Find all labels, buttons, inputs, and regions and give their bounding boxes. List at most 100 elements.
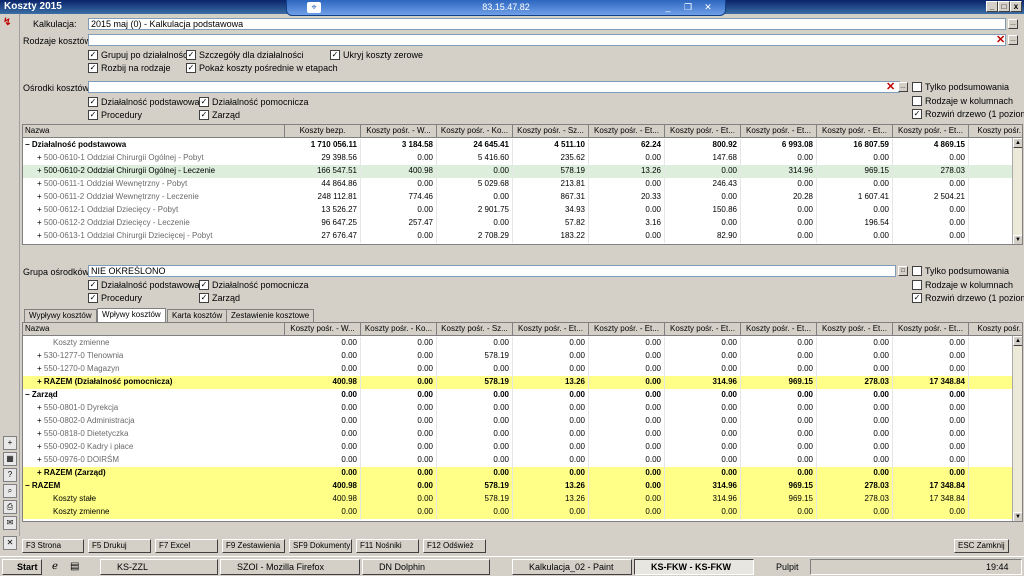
table-row[interactable]: + 500-0611-1 Oddział Wewnętrzny - Pobyt 4… bbox=[23, 178, 1022, 191]
rodzaje-kol-checkbox[interactable] bbox=[912, 96, 922, 106]
tab-wplywy[interactable]: Wpływy kosztów bbox=[97, 308, 166, 322]
column-header[interactable]: Koszty pośr. - Ko... bbox=[437, 125, 513, 138]
task-ks-fkw[interactable]: KS-FKW - KS-FKW bbox=[634, 559, 754, 575]
pin-icon[interactable]: ⌖ bbox=[307, 2, 321, 13]
fkey-button[interactable]: F5 Drukuj bbox=[88, 539, 151, 553]
dz-pom-checkbox[interactable]: ✓ bbox=[199, 97, 209, 107]
dz-pom2-checkbox[interactable]: ✓ bbox=[199, 280, 209, 290]
start-button[interactable]: Start bbox=[2, 559, 42, 575]
procedury2-checkbox[interactable]: ✓ bbox=[88, 293, 98, 303]
top-cost-grid[interactable]: Nazwa Koszty bezp. Koszty pośr. - W... Kosz… bbox=[22, 124, 1023, 245]
help-icon[interactable]: ? bbox=[3, 468, 17, 482]
table-row[interactable]: + 500-0610-1 Oddział Chirurgii Ogólnej -… bbox=[23, 152, 1022, 165]
esc-close-button[interactable]: ESC Zamknij bbox=[954, 539, 1009, 553]
rodzaje-kol2-checkbox[interactable] bbox=[912, 280, 922, 290]
scroll-up-icon[interactable]: ▲ bbox=[1013, 138, 1022, 148]
bottom-cost-grid[interactable]: Nazwa Koszty pośr. - W... Koszty pośr. - K… bbox=[22, 322, 1023, 522]
column-header[interactable]: Koszty pośr. - Et... bbox=[893, 125, 969, 138]
task-dolphin[interactable]: DN Dolphin bbox=[362, 559, 490, 575]
fkey-button[interactable]: SF9 Dokumenty bbox=[289, 539, 352, 553]
close-panel-icon[interactable]: ✕ bbox=[3, 536, 17, 550]
table-row[interactable]: Koszty zmienne 0.00 0.00 0.00 0.00 0.00 0.00 0.… bbox=[23, 506, 1022, 519]
vertical-scrollbar[interactable]: ▲ ▼ bbox=[1012, 138, 1022, 244]
osrodki-picker-button[interactable]: … bbox=[898, 82, 908, 92]
kalkulacja-picker-button[interactable]: … bbox=[1008, 19, 1018, 29]
column-header[interactable]: Koszty pośr. - Et... bbox=[589, 125, 665, 138]
expand-icon[interactable]: + bbox=[37, 179, 44, 188]
column-header[interactable]: Koszty pośr. - W... bbox=[285, 323, 361, 336]
collapse-icon[interactable]: − bbox=[25, 481, 32, 490]
expand-icon[interactable]: + bbox=[37, 377, 44, 386]
column-header[interactable]: Koszty pośr. - Et... bbox=[741, 323, 817, 336]
column-header[interactable]: Koszty pośr. - Et... bbox=[513, 323, 589, 336]
print-icon[interactable]: ⎙ bbox=[3, 500, 17, 514]
table-row[interactable]: + 550-0902-0 Kadry i płace 0.00 0.00 0.00 0.… bbox=[23, 441, 1022, 454]
table-row[interactable]: − RAZEM 400.98 0.00 578.19 13.26 0.00 314.96 96… bbox=[23, 480, 1022, 493]
column-header[interactable]: Koszty pośr. - Et... bbox=[817, 323, 893, 336]
table-row[interactable]: Koszty zmienne 0.00 0.00 0.00 0.00 0.00 0.00 0.… bbox=[23, 337, 1022, 350]
fkey-button[interactable]: F12 Odśwież bbox=[423, 539, 486, 553]
mail-icon[interactable]: ✉ bbox=[3, 516, 17, 530]
expand-icon[interactable]: + bbox=[37, 231, 44, 240]
column-header[interactable]: Koszty pośr. - Et... bbox=[741, 125, 817, 138]
table-row[interactable]: + 550-0801-0 Dyrekcja 0.00 0.00 0.00 0.00 0.0… bbox=[23, 402, 1022, 415]
kalkulacja-field[interactable]: 2015 maj (0) - Kalkulacja podstawowa bbox=[88, 18, 1006, 30]
minimize-button[interactable]: _ bbox=[986, 1, 998, 12]
grupa-picker-button[interactable]: □ bbox=[898, 266, 908, 276]
remote-restore-icon[interactable]: ❐ bbox=[681, 2, 695, 13]
column-header[interactable]: Koszty pośr. - Et bbox=[969, 323, 1022, 336]
column-header[interactable]: Koszty pośr. - Et... bbox=[665, 125, 741, 138]
column-header[interactable]: Koszty pośr. - Et... bbox=[893, 323, 969, 336]
table-row[interactable]: + 500-0610-2 Oddział Chirurgii Ogólnej -… bbox=[23, 165, 1022, 178]
rozbij-checkbox[interactable]: ✓ bbox=[88, 63, 98, 73]
column-header[interactable]: Koszty pośr. - Et... bbox=[589, 323, 665, 336]
table-row[interactable]: + RAZEM (Zarząd) 0.00 0.00 0.00 0.00 0.00 0.00… bbox=[23, 467, 1022, 480]
expand-icon[interactable]: + bbox=[37, 468, 44, 477]
table-row[interactable]: + 550-1270-0 Magazyn 0.00 0.00 0.00 0.00 0.00… bbox=[23, 363, 1022, 376]
column-header[interactable]: Koszty pośr. - Sz... bbox=[437, 323, 513, 336]
task-ks-zzl[interactable]: KS-ZZL bbox=[100, 559, 218, 575]
grupuj-checkbox[interactable]: ✓ bbox=[88, 50, 98, 60]
column-header[interactable]: Nazwa bbox=[23, 125, 285, 138]
expand-icon[interactable]: + bbox=[37, 455, 44, 464]
expand-icon[interactable]: + bbox=[37, 351, 44, 360]
table-row[interactable]: + 500-0612-2 Oddział Dziecięcy - Leczeni… bbox=[23, 217, 1022, 230]
expand-icon[interactable]: + bbox=[37, 364, 44, 373]
collapse-icon[interactable]: − bbox=[25, 140, 32, 149]
expand-icon[interactable]: + bbox=[37, 442, 44, 451]
remote-minimize-icon[interactable]: _ bbox=[661, 2, 675, 13]
tab-zestawienie[interactable]: Zestawienie kosztowe bbox=[226, 309, 315, 322]
maximize-button[interactable]: □ bbox=[998, 1, 1010, 12]
tylko-checkbox[interactable] bbox=[912, 82, 922, 92]
scroll-down-icon[interactable]: ▼ bbox=[1013, 512, 1022, 521]
fkey-button[interactable]: F3 Strona bbox=[22, 539, 84, 553]
expand-icon[interactable]: + bbox=[37, 166, 44, 175]
table-row[interactable]: Koszty stałe 400.98 0.00 578.19 13.26 0.00 314… bbox=[23, 493, 1022, 506]
expand-icon[interactable]: + bbox=[37, 416, 44, 425]
expand-icon[interactable]: + bbox=[37, 429, 44, 438]
column-header[interactable]: Koszty pośr. - Et... bbox=[665, 323, 741, 336]
column-header[interactable]: Koszty pośr. - Ko... bbox=[361, 323, 437, 336]
remote-close-icon[interactable]: ✕ bbox=[701, 2, 715, 13]
table-row[interactable]: + 550-0818-0 Dietetyczka 0.00 0.00 0.00 0.00… bbox=[23, 428, 1022, 441]
table-row[interactable]: + 550-0802-0 Administracja 0.00 0.00 0.00 0.… bbox=[23, 415, 1022, 428]
zarzad-checkbox[interactable]: ✓ bbox=[199, 110, 209, 120]
expand-icon[interactable]: + bbox=[37, 403, 44, 412]
column-header[interactable]: Nazwa bbox=[23, 323, 285, 336]
quicklaunch-explorer-icon[interactable]: ▤ bbox=[70, 561, 79, 572]
osrodki-field[interactable] bbox=[88, 81, 900, 93]
expand-icon[interactable]: + bbox=[37, 218, 44, 227]
table-row[interactable]: + 500-0611-2 Oddział Wewnętrzny - Leczen… bbox=[23, 191, 1022, 204]
pokaz-checkbox[interactable]: ✓ bbox=[186, 63, 196, 73]
fkey-button[interactable]: F11 Nośniki bbox=[356, 539, 419, 553]
task-paint[interactable]: Kalkulacja_02 - Paint bbox=[512, 559, 632, 575]
expand-icon[interactable]: + bbox=[37, 205, 44, 214]
table-row[interactable]: + 500-0613-1 Oddział Chirurgii Dziecięce… bbox=[23, 230, 1022, 243]
rodzaje-picker-button[interactable]: … bbox=[1008, 35, 1018, 45]
column-header[interactable]: Koszty pośr. - W... bbox=[361, 125, 437, 138]
table-row[interactable]: + 550-0976-0 DOIRŚM 0.00 0.00 0.00 0.00 0.00 0… bbox=[23, 454, 1022, 467]
tab-wyplywy[interactable]: Wypływy kosztów bbox=[24, 309, 97, 322]
collapse-icon[interactable]: − bbox=[25, 390, 32, 399]
tylko2-checkbox[interactable] bbox=[912, 266, 922, 276]
table-row[interactable]: − Działalność podstawowa 1 710 056.11 3 18… bbox=[23, 139, 1022, 152]
